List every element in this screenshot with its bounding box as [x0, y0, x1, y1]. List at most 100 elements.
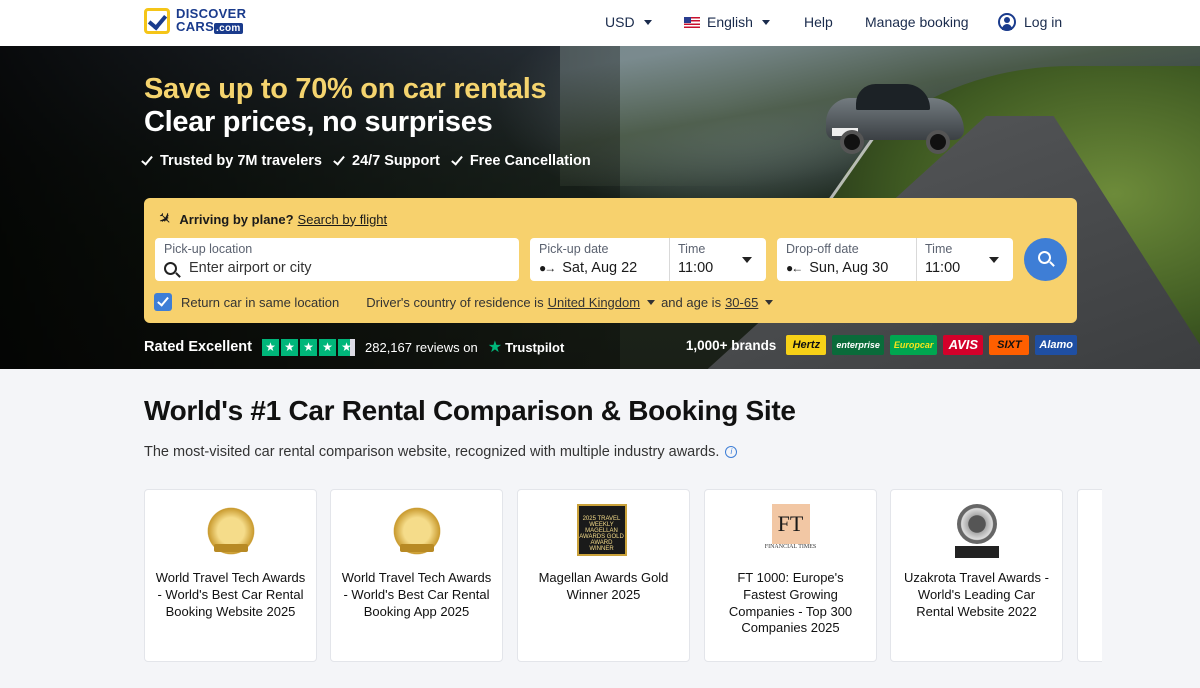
perk-item: Trusted by 7M travelers [141, 152, 322, 169]
chevron-down-icon [989, 257, 999, 263]
dropoff-datetime-field: Drop-off date ●← Sun, Aug 30 Time 11:00 [777, 238, 1013, 281]
age-prefix: and age is [661, 294, 722, 310]
europcar-logo: Europcar [889, 335, 938, 355]
user-icon [998, 13, 1016, 31]
star-icon: ★ [262, 338, 279, 356]
perk-item: Free Cancellation [450, 152, 591, 169]
info-icon[interactable]: i [725, 446, 738, 458]
search-button[interactable] [1024, 238, 1067, 281]
pickup-location-field[interactable]: Pick-up location Enter airport or city [155, 238, 519, 281]
arriving-label: Arriving by plane? [179, 211, 294, 227]
hero-headline: Clear prices, no surprises [144, 106, 493, 138]
brands-label: 1,000+ brands [685, 337, 777, 353]
star-icon: ★ [300, 338, 317, 356]
alamo-logo: Alamo [1035, 335, 1077, 355]
hertz-logo: Hertz [786, 335, 827, 355]
login-label: Log in [1024, 14, 1063, 30]
star-icon: ★ [281, 338, 298, 356]
trustpilot-star-icon: ★ [487, 339, 503, 356]
return-same-location-checkbox[interactable] [154, 293, 172, 311]
hero-headline-highlight: Save up to 70% on car rentals [144, 73, 547, 105]
chevron-down-icon [765, 299, 774, 305]
brand-logos: 1,000+ brands Hertz enterprise Europcar … [686, 335, 1077, 355]
search-icon [1038, 251, 1051, 264]
return-same-location-label[interactable]: Return car in same location [181, 295, 339, 310]
hero-car-image [826, 78, 966, 158]
check-icon [333, 152, 345, 166]
rating-stars: ★ ★ ★ ★ ★ [262, 338, 355, 356]
pickup-time-value: 11:00 [678, 260, 714, 276]
awards-carousel[interactable]: World Travel Tech Awards - World's Best … [144, 489, 1102, 662]
enterprise-logo: enterprise [832, 335, 884, 355]
pickup-date-label: Pick-up date [539, 242, 609, 256]
pickup-date-value: Sat, Aug 22 [562, 260, 638, 276]
award-card[interactable]: Uzakrota Travel Awards - World's Leading… [890, 489, 1063, 662]
language-label: English [707, 14, 753, 30]
us-flag-icon [684, 16, 700, 28]
world-travel-tech-laurel-icon [389, 504, 444, 558]
star-icon: ★ [319, 338, 336, 356]
uzakrota-award-icon [950, 504, 1004, 558]
residence-prefix: Driver's country of residence is [366, 294, 544, 310]
magellan-award-icon: 2025 TRAVEL WEEKLY MAGELLAN AWARDS GOLD … [576, 504, 631, 558]
dropoff-date-label: Drop-off date [786, 242, 859, 256]
login-button[interactable]: Log in [998, 12, 1062, 32]
pickup-location-input[interactable]: Enter airport or city [189, 260, 312, 276]
driver-age-select[interactable]: 30-65 [725, 295, 758, 310]
pickup-datetime-field: Pick-up date ●→ Sat, Aug 22 Time 11:00 [530, 238, 766, 281]
currency-label: USD [605, 14, 635, 30]
dropoff-date-value: Sun, Aug 30 [809, 260, 889, 276]
perk-item: 24/7 Support [333, 152, 440, 169]
currency-selector[interactable]: USD [605, 12, 652, 32]
manage-booking-link[interactable]: Manage booking [865, 12, 969, 32]
pickup-location-label: Pick-up location [164, 242, 253, 256]
chevron-down-icon [647, 299, 656, 305]
award-card[interactable]: World Travel Tech Awards - World's Best … [144, 489, 317, 662]
arriving-by-plane-row: ✈ Arriving by plane? Search by flight [154, 209, 388, 231]
help-link[interactable]: Help [804, 12, 833, 32]
award-card[interactable]: FT FINANCIAL TIMES FT 1000: Europe's Fas… [704, 489, 877, 662]
search-by-flight-link[interactable]: Search by flight [298, 212, 388, 227]
award-card-text: World Travel Tech Awards - World's Best … [155, 570, 306, 619]
search-icon [164, 261, 177, 275]
review-count: 282,167 reviews on [365, 339, 478, 355]
chevron-down-icon [643, 19, 652, 25]
financial-times-icon: FT FINANCIAL TIMES [764, 504, 818, 558]
language-selector[interactable]: English [684, 12, 770, 32]
award-card-partial[interactable] [1077, 489, 1102, 662]
checkmark-logo-icon [144, 8, 170, 34]
trustpilot-name: Trustpilot [505, 339, 565, 355]
awards-heading: World's #1 Car Rental Comparison & Booki… [144, 395, 796, 426]
chevron-down-icon [742, 257, 752, 263]
logo-line2: CARS [176, 19, 215, 34]
logo-suffix: .com [214, 23, 243, 34]
airplane-icon: ✈ [153, 208, 176, 231]
discovercars-logo[interactable]: DISCOVER CARS .com [144, 7, 246, 35]
chevron-down-icon [761, 19, 770, 25]
dropoff-time-label: Time [925, 242, 953, 256]
top-navigation-bar: DISCOVER CARS .com USD English Help Manag… [0, 0, 1200, 46]
award-card[interactable]: World Travel Tech Awards - World's Best … [330, 489, 503, 662]
trustpilot-rating[interactable]: Rated Excellent ★ ★ ★ ★ ★ 282,167 review… [144, 337, 564, 357]
check-icon [450, 152, 463, 166]
awards-subtitle: The most-visited car rental comparison w… [144, 444, 738, 460]
hero-perks: Trusted by 7M travelers 24/7 Support Fre… [141, 152, 591, 169]
search-options-row: Return car in same location Driver's cou… [154, 293, 779, 311]
award-card-text: Magellan Awards Gold Winner 2025 [538, 570, 669, 602]
star-icon: ★ [338, 338, 355, 356]
award-card-text: World Travel Tech Awards - World's Best … [341, 570, 492, 619]
world-travel-tech-laurel-icon [203, 504, 258, 558]
award-card-text: FT 1000: Europe's Fastest Growing Compan… [728, 570, 853, 636]
dropoff-time-select[interactable]: Time 11:00 [916, 238, 1013, 281]
pickup-arrow-icon: ●→ [539, 261, 556, 275]
rating-label: Rated Excellent [144, 339, 252, 355]
dropoff-time-value: 11:00 [925, 260, 961, 276]
dropoff-arrow-icon: ●← [786, 261, 803, 275]
award-card-text: Uzakrota Travel Awards - World's Leading… [904, 570, 1049, 619]
avis-logo: AVIS [943, 335, 984, 355]
award-card[interactable]: 2025 TRAVEL WEEKLY MAGELLAN AWARDS GOLD … [517, 489, 690, 662]
residence-country-select[interactable]: United Kingdom [548, 295, 641, 310]
sixt-logo: SIXT [989, 335, 1030, 355]
search-form: ✈ Arriving by plane? Search by flight Pi… [144, 198, 1077, 323]
pickup-time-select[interactable]: Time 11:00 [669, 238, 766, 281]
